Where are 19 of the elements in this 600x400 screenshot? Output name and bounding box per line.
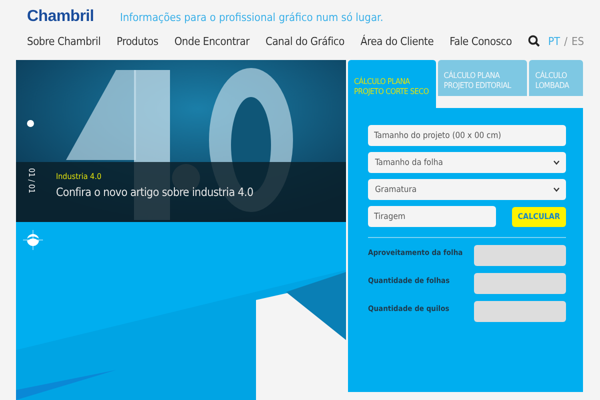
quantity-field[interactable]: Tiragem — [368, 206, 496, 227]
nav-link[interactable]: Produtos — [116, 34, 158, 48]
dropdown[interactable]: Tamanho da folha — [368, 152, 566, 173]
nav-link[interactable]: Onde Encontrar — [174, 34, 250, 48]
dropdown[interactable]: Gramatura — [368, 179, 566, 200]
logo[interactable]: Chambril — [27, 8, 94, 26]
project-size-field[interactable]: Tamanho do projeto (00 x 00 cm) — [368, 125, 566, 146]
slide-headline[interactable]: Confira o novo artigo sobre industria 4.0 — [56, 185, 254, 199]
separator: / — [564, 34, 568, 48]
slide-counter: 01 / 01 — [27, 168, 36, 194]
tagline: Informações para o profissional gráfico num só lugar. — [120, 10, 384, 24]
chevron-icon — [553, 160, 560, 165]
nav-link[interactable]: Fale Conosco — [450, 34, 512, 48]
search-icon[interactable] — [528, 35, 540, 47]
nav-link[interactable]: Canal do Gráfico — [265, 34, 344, 48]
chevron-icon — [553, 187, 560, 192]
nav-link[interactable]: Sobre Chambril — [27, 34, 101, 48]
nav-link[interactable]: Área do Cliente — [360, 34, 434, 48]
slide-category: Industria 4.0 — [56, 172, 102, 181]
